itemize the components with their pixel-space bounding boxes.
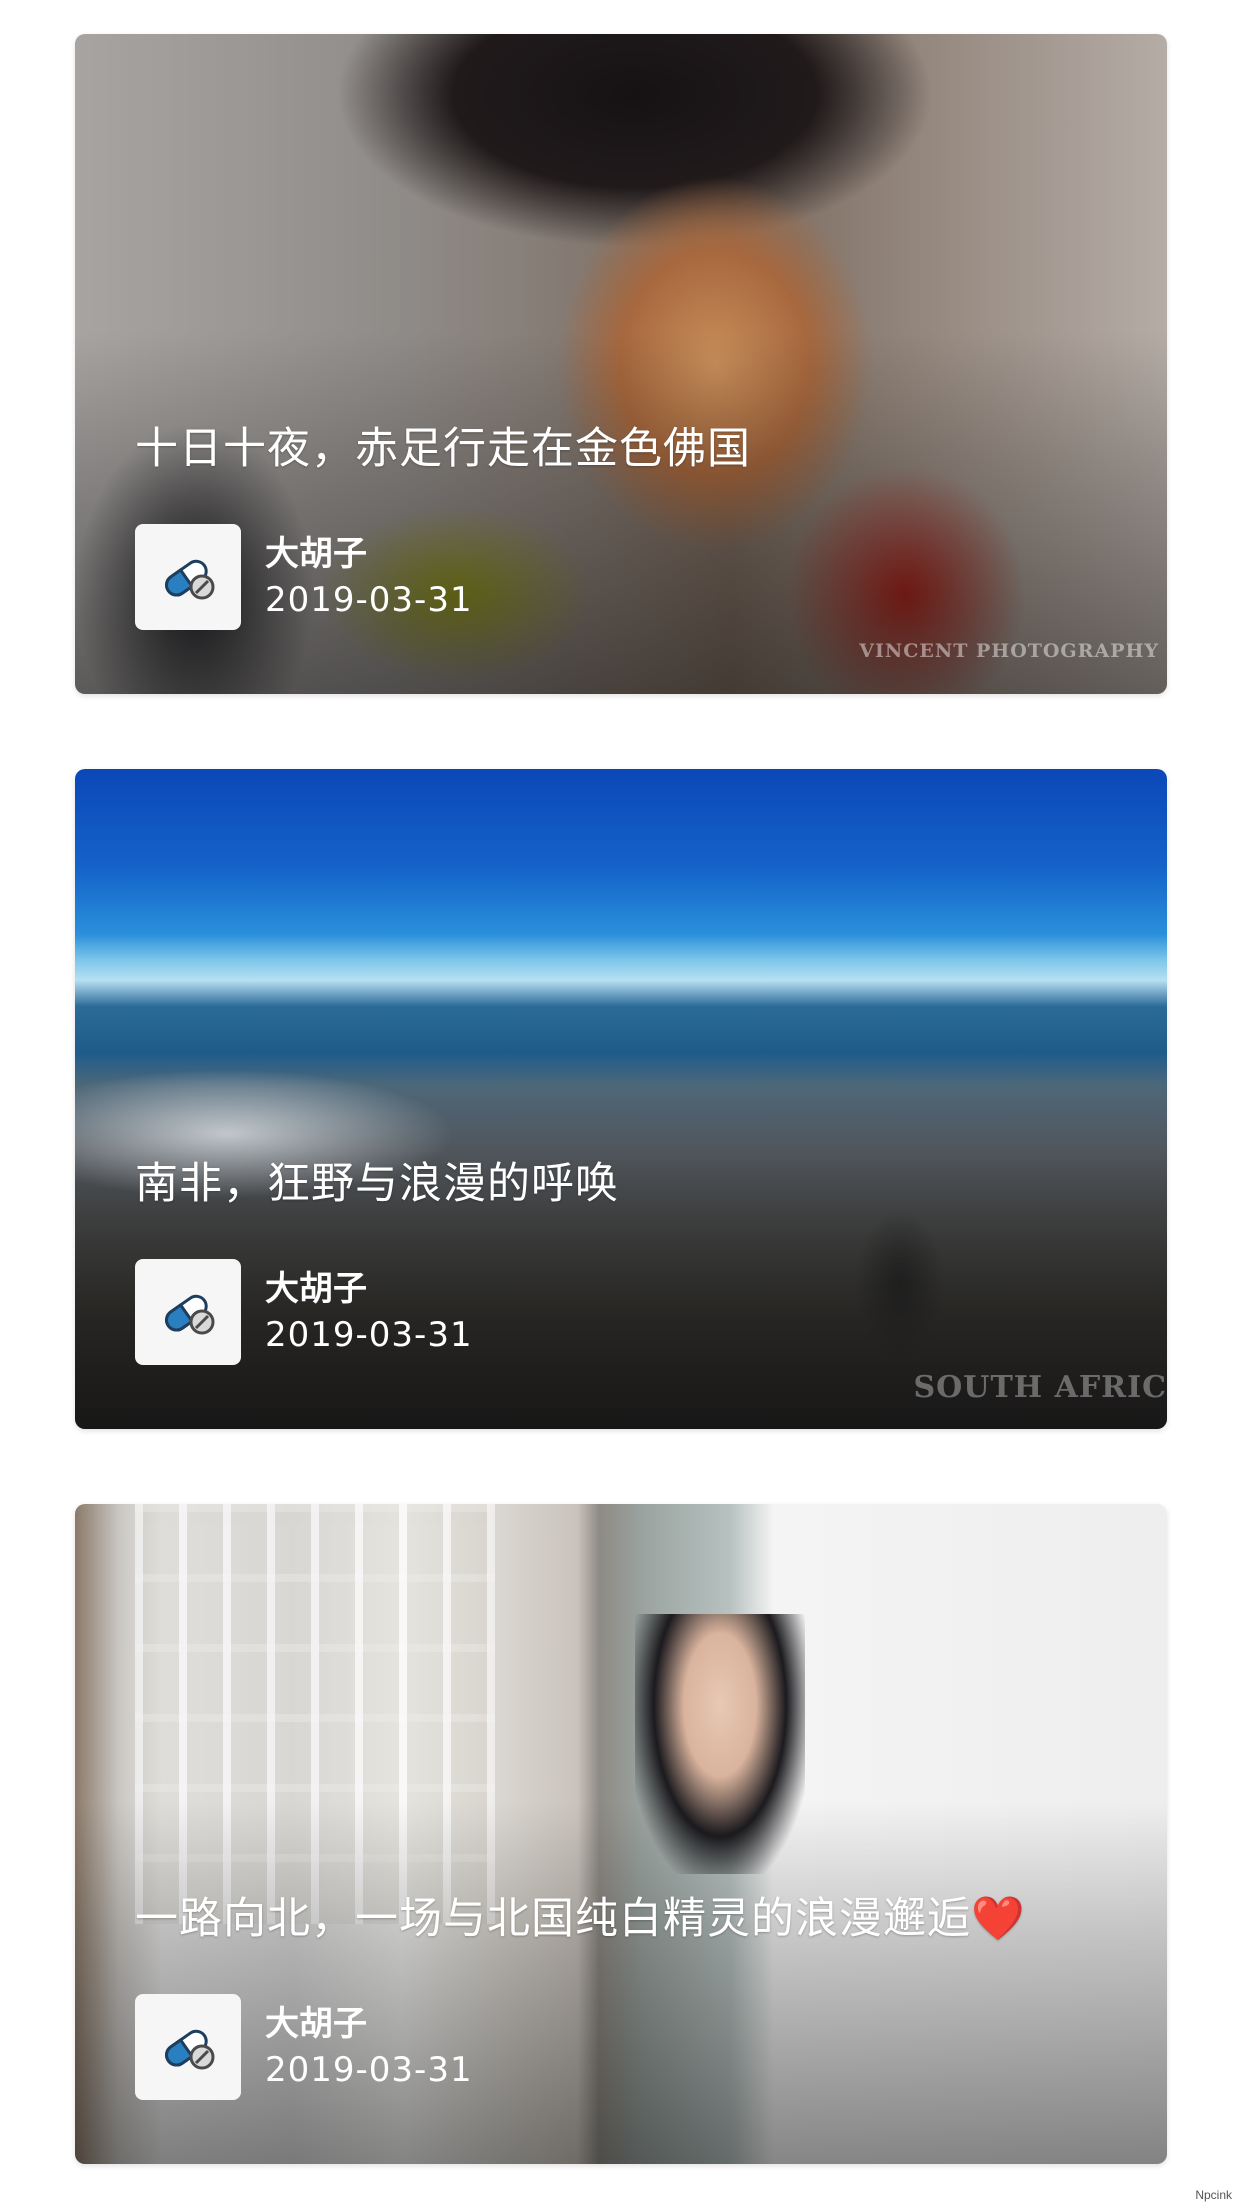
author-row: 大胡子 2019-03-31 [135, 1259, 473, 1365]
article-title[interactable]: 南非，狂野与浪漫的呼唤 [135, 1149, 619, 1211]
author-row: 大胡子 2019-03-31 [135, 524, 473, 630]
author-row: 大胡子 2019-03-31 [135, 1994, 473, 2100]
post-date: 2019-03-31 [265, 1315, 473, 1355]
pill-capsule-icon [165, 559, 215, 600]
footer-watermark: Npcink [1195, 2188, 1232, 2202]
article-card[interactable]: SOUTH AFRIC 南非，狂野与浪漫的呼唤 大胡子 2019-03-31 [75, 769, 1167, 1429]
article-card[interactable]: 一路向北，一场与北国纯白精灵的浪漫邂逅❤️ 大胡子 2019-03-31 [75, 1504, 1167, 2164]
author-name: 大胡子 [265, 1269, 367, 1309]
article-feed: VINCENT PHOTOGRAPHY 十日十夜，赤足行走在金色佛国 大胡子 2… [75, 34, 1167, 2164]
pill-capsule-icon [165, 1294, 215, 1335]
author-name: 大胡子 [265, 2004, 367, 2044]
post-date: 2019-03-31 [265, 580, 473, 620]
avatar[interactable] [135, 1259, 241, 1365]
author-name: 大胡子 [265, 534, 367, 574]
article-title[interactable]: 十日十夜，赤足行走在金色佛国 [135, 414, 751, 476]
photo-watermark: SOUTH AFRIC [913, 1370, 1167, 1405]
photo-watermark: VINCENT PHOTOGRAPHY [859, 640, 1159, 662]
article-card[interactable]: VINCENT PHOTOGRAPHY 十日十夜，赤足行走在金色佛国 大胡子 2… [75, 34, 1167, 694]
post-date: 2019-03-31 [265, 2050, 473, 2090]
avatar[interactable] [135, 1994, 241, 2100]
pill-capsule-icon [165, 2029, 215, 2070]
article-title[interactable]: 一路向北，一场与北国纯白精灵的浪漫邂逅❤️ [135, 1884, 1026, 1946]
avatar[interactable] [135, 524, 241, 630]
